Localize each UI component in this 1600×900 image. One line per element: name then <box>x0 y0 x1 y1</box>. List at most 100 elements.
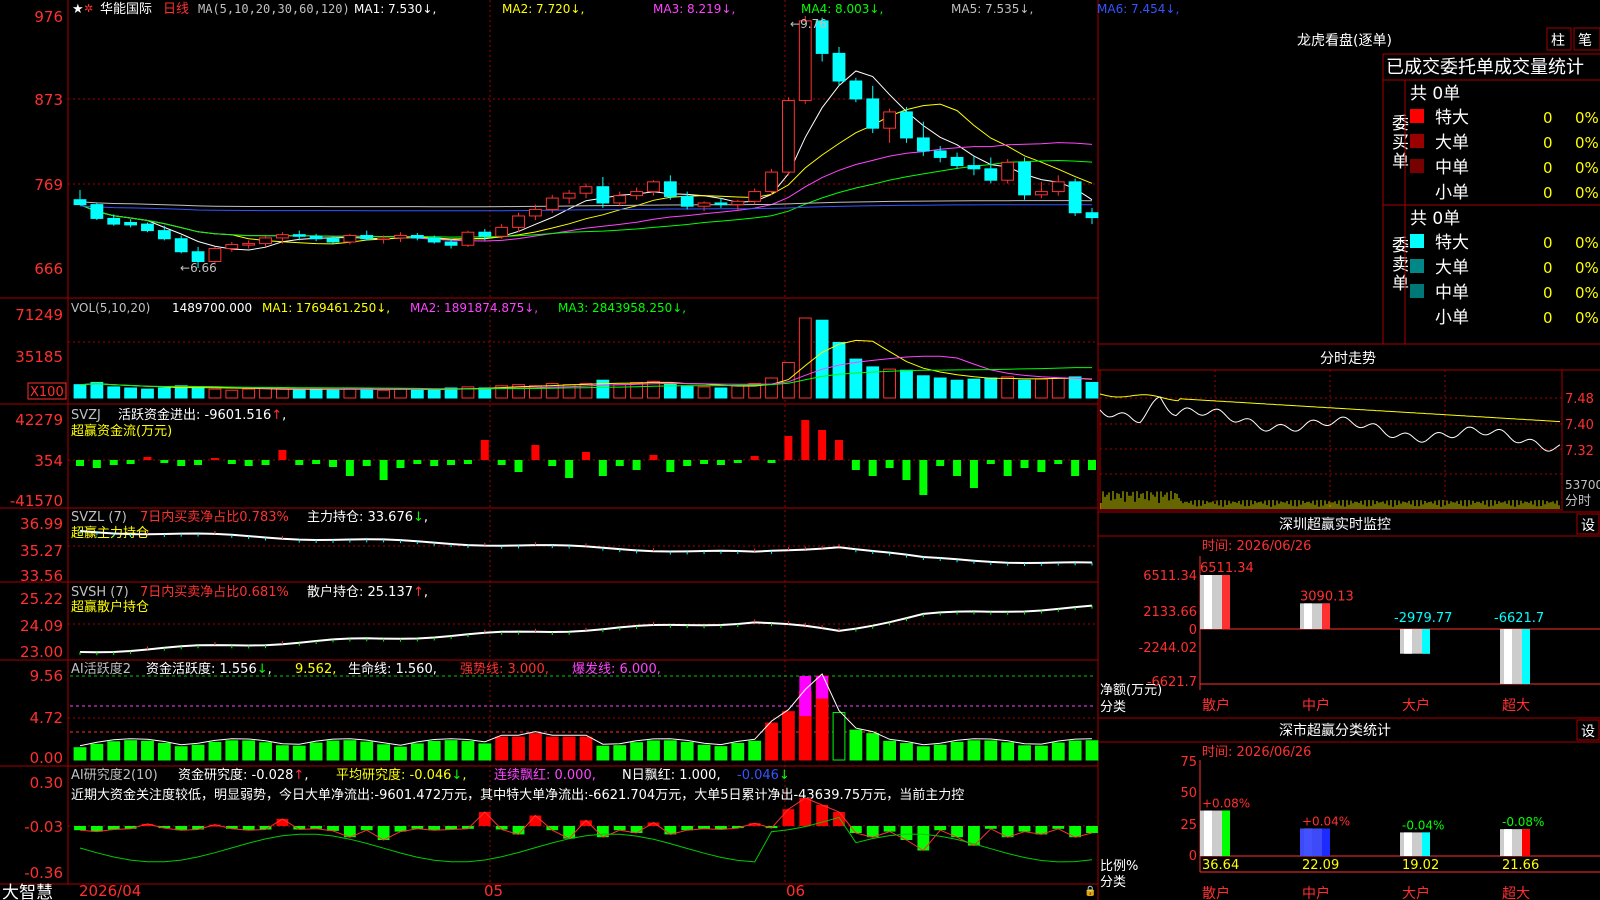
flow-bar <box>986 460 995 464</box>
activity-bar <box>832 712 846 761</box>
bar-highlight <box>1304 603 1312 629</box>
candle <box>731 200 745 206</box>
svsh-line2: 超赢散户持仓 <box>71 599 149 615</box>
monitor-bar <box>1400 629 1430 654</box>
intraday-vol-tick: 53700 <box>1565 478 1600 492</box>
svzl-axis: 36.99 35.27 33.56 <box>20 515 63 585</box>
volume-bar <box>815 319 829 399</box>
flow-bar <box>801 420 810 460</box>
ai-research-header: AI研究度2(10) 资金研究度: -0.028↑, 平均研究度: -0.046… <box>71 767 964 803</box>
order-percent: 0% <box>1575 184 1599 202</box>
volume-bar <box>394 388 407 399</box>
order-color-swatch <box>1410 234 1424 248</box>
tab-bi-label[interactable]: 笔 <box>1578 33 1592 49</box>
volume-bar <box>90 381 104 399</box>
activity-bar <box>360 741 374 761</box>
research-bars <box>74 798 1098 851</box>
stats-category: 散户 <box>1202 885 1230 900</box>
order-count: 0 <box>1543 184 1553 202</box>
candle <box>309 235 323 240</box>
vol-value: 1489700.000 <box>172 301 252 315</box>
flow-bar <box>598 460 607 476</box>
intraday-axis: 7.48 7.40 7.32 <box>1565 392 1594 459</box>
order-label: 中单 <box>1435 283 1469 303</box>
star-icon[interactable]: ★ <box>72 2 84 17</box>
period-label[interactable]: 日线 <box>163 2 189 17</box>
volume-bar <box>933 377 947 399</box>
flow-bar <box>1020 460 1029 468</box>
candle <box>748 191 762 202</box>
order-label: 大单 <box>1435 133 1469 153</box>
flow-bar <box>497 460 506 465</box>
ma-legend-item: MA6: 7.454↓, <box>1097 2 1179 16</box>
activity-bar <box>714 746 728 761</box>
stats-category: 大户 <box>1402 885 1430 900</box>
candle <box>444 241 458 246</box>
intraday-tick: 7.32 <box>1565 444 1594 459</box>
candle <box>495 226 509 237</box>
activity-bar <box>242 740 256 761</box>
bar-edge <box>1422 629 1430 654</box>
flow-bar <box>396 460 405 468</box>
intraday-panel[interactable]: 分时走势 7.48 7.40 7.32 53700 分时 <box>1098 351 1600 511</box>
tab-zhu-label[interactable]: 柱 <box>1551 33 1565 49</box>
candle <box>1051 181 1065 193</box>
research-bar <box>74 826 86 831</box>
svzl-ratio: 7日内买卖净占比0.783% <box>140 509 289 525</box>
price-tick: 666 <box>34 260 63 278</box>
candle <box>984 168 998 181</box>
svzj-name: SVZJ <box>71 408 101 423</box>
dragon-tiger-heading: 已成交委托单成交量统计 <box>1386 57 1584 78</box>
flow-bar <box>362 460 371 466</box>
candle <box>478 231 492 237</box>
activity-bar <box>647 740 660 761</box>
flow-bar <box>379 460 388 480</box>
activity-bar <box>191 744 205 761</box>
vol-header: VOL(5,10,20) 1489700.000 MA1: 1769461.25… <box>71 301 686 315</box>
flow-bar <box>548 460 557 466</box>
flow-bar <box>194 460 203 465</box>
ai-active-name: AI活跃度2 <box>71 661 131 677</box>
stats-bar <box>1500 829 1530 856</box>
order-label: 特大 <box>1435 233 1469 253</box>
stats-bar <box>1300 828 1330 856</box>
bar-edge <box>1522 829 1530 856</box>
candle <box>697 202 711 207</box>
lock-icon[interactable]: 🔒 <box>1084 885 1096 897</box>
candle <box>900 111 913 139</box>
stats-tick: 75 <box>1180 755 1197 770</box>
gear-icon[interactable]: ✲ <box>84 2 93 15</box>
activity-bar <box>394 746 407 761</box>
activity-bar <box>124 740 138 761</box>
fund-flow-bars <box>76 420 1096 495</box>
activity-bar <box>866 733 880 761</box>
flow-bar <box>818 430 827 460</box>
flow-bar <box>160 460 169 463</box>
candle <box>107 217 121 225</box>
ma-legend-item: MA5: 7.535↓, <box>951 2 1033 16</box>
svzj-line2: 超赢资金流(万元) <box>71 423 172 439</box>
candle <box>343 234 357 243</box>
volume-bar <box>377 389 391 399</box>
svzj-tick: 354 <box>34 452 63 470</box>
activity-bar <box>326 740 340 761</box>
stats-setting-label[interactable]: 设 <box>1581 724 1595 740</box>
monitor-setting-label[interactable]: 设 <box>1581 518 1595 534</box>
candle <box>596 186 610 204</box>
research-bar <box>478 812 491 826</box>
candlestick-chart[interactable]: 976 873 769 666 ★ ✲ 华能国际 日线 MA(5,10,20,3… <box>0 0 1600 900</box>
ma-legend-item: MA1: 7.530↓, <box>354 2 436 16</box>
candle <box>967 165 981 170</box>
flow-bar <box>666 460 675 472</box>
vol-tick: 35185 <box>15 348 63 366</box>
svzj-axis: 42279 354 -41570 <box>10 411 63 510</box>
stats-tick: 25 <box>1180 818 1197 833</box>
activity-peak <box>816 676 829 699</box>
volume-bar <box>124 387 138 399</box>
flow-bar <box>312 460 321 464</box>
svsh-tick: 24.09 <box>20 617 63 635</box>
candle <box>545 197 559 210</box>
ai-research-axis: 0.30 -0.03 -0.36 <box>24 774 63 882</box>
stock-name[interactable]: 华能国际 <box>100 2 152 17</box>
candle <box>680 195 694 207</box>
